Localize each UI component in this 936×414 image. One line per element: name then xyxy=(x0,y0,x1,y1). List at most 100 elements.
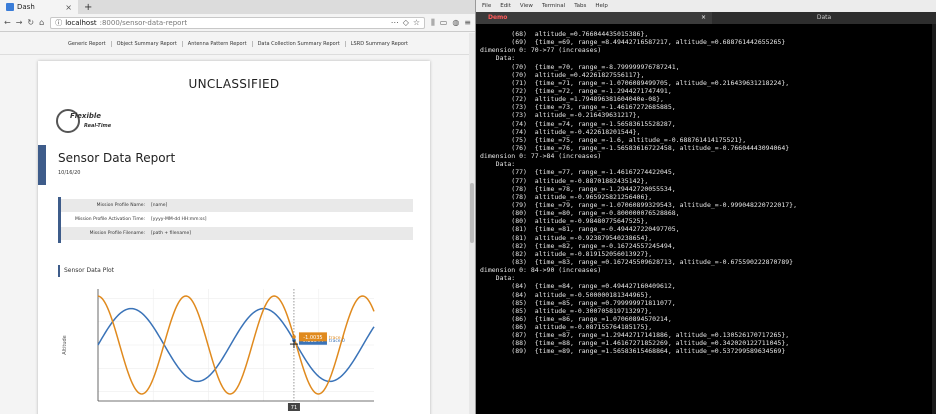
tab-data[interactable]: Data xyxy=(712,12,936,24)
report-card: UNCLASSIFIED Flexible Real-Time Sensor D… xyxy=(38,61,430,414)
terminal-line: (87) {time_=87, range_=1.29442717141886,… xyxy=(480,331,790,340)
plot-heading: Sensor Data Plot xyxy=(58,265,114,277)
menu-help[interactable]: Help xyxy=(595,3,608,9)
terminal-line: (71) {time_=71, range_=-1.0706089499705,… xyxy=(480,78,790,87)
menu-edit[interactable]: Edit xyxy=(500,3,511,9)
nav-lsrd-summary-report[interactable]: LSRD Summary Report xyxy=(346,41,413,47)
terminal-line: (79) {time_=79, range_=-1.07060899329543… xyxy=(480,200,797,209)
classification-banner: UNCLASSIFIED xyxy=(188,77,280,91)
terminal-line: (76) {time_=76, range_=-1.56583616722458… xyxy=(480,143,790,152)
terminal-line: (77) {time_=77, range_=-1.46167274422045… xyxy=(480,168,676,177)
profile-key: Mission Profile Filename: xyxy=(89,231,145,236)
nav-generic-report[interactable]: Generic Report xyxy=(63,40,112,47)
report-page: Generic Report Object Summary Report Ant… xyxy=(0,33,475,414)
page-scrollbar[interactable] xyxy=(469,33,475,414)
tab-demo[interactable]: Demo × xyxy=(476,12,712,24)
terminal-line: dimension 0: 70->77 (increases) xyxy=(480,46,602,55)
terminal-line: (82) {time_=82, range_=-0.16724557245494… xyxy=(480,241,676,250)
scrollbar-thumb[interactable] xyxy=(470,183,474,243)
terminal-line: (84) altitude_=-0.500000181344965}, xyxy=(480,290,653,299)
url-path: :8000/sensor-data-report xyxy=(99,18,188,27)
terminal-line: (73) altitude_=-0.216439631217}, xyxy=(480,111,641,120)
terminal-line: dimension 0: 84->90 (increases) xyxy=(480,266,602,275)
terminal-line: (81) altitude_=-0.923879540238654}, xyxy=(480,233,653,242)
terminal-line: (82) altitude_=-0.819152056013927}, xyxy=(480,249,653,258)
browser-tab[interactable]: Dash × xyxy=(0,0,78,14)
terminal-scrollbar[interactable] xyxy=(932,24,936,414)
terminal-line: (73) {time_=73, range_=-1.46167272685885… xyxy=(480,103,676,112)
nav-data-collection-summary-report[interactable]: Data Collection Summary Report xyxy=(253,40,346,47)
terminal-line: (85) altitude_=-0.300705819713297}, xyxy=(480,306,653,315)
tab-demo-label: Demo xyxy=(488,14,508,21)
terminal-tabs: Demo × Data xyxy=(476,12,936,24)
terminal-line: (70) altitude_=0.42261827556117}, xyxy=(480,70,645,79)
profile-value: [yyyy-MM-dd HH:mm:ss] xyxy=(151,217,207,222)
report-nav: Generic Report Object Summary Report Ant… xyxy=(0,33,475,55)
info-icon[interactable]: ⓘ xyxy=(55,18,62,28)
terminal-line: (78) {time_=78, range_=-1.29442720055534… xyxy=(480,184,676,193)
terminal-line: (86) altitude_=-0.087155764185175}, xyxy=(480,323,653,332)
url-bar[interactable]: ⓘ localhost:8000/sensor-data-report ⋯ ◇ … xyxy=(50,16,426,29)
terminal-line: (72) altitude_=1.794896381604040e-08}, xyxy=(480,95,664,104)
menu-view[interactable]: View xyxy=(520,3,533,9)
plot-svg[interactable]: Time (s)Altitude0.21844trace 0-1.0035tra… xyxy=(56,283,386,414)
extension-icon[interactable]: ◍ xyxy=(452,18,459,28)
reload-icon[interactable]: ↻ xyxy=(27,18,34,27)
terminal-line: (68) altitude_=0.766044435015386}, xyxy=(480,30,649,38)
terminal-output[interactable]: (68) altitude_=0.766044435015386}, (69) … xyxy=(476,24,932,414)
back-icon[interactable]: ← xyxy=(4,18,11,27)
bookmark-star-icon[interactable]: ☆ xyxy=(413,18,420,27)
hover-x-label: 71 xyxy=(291,405,297,411)
terminal-line: Data: xyxy=(480,160,516,169)
profile-key: Mission Profile Activation Time: xyxy=(74,217,145,222)
browser-window: Dash × + ← → ↻ ⌂ ⓘ localhost:8000/sensor… xyxy=(0,0,476,414)
terminal-line: (74) {time_=74, range_=-1.56583615528287… xyxy=(480,119,676,128)
mission-profile-table: Mission Profile Name: [name] Mission Pro… xyxy=(58,197,413,243)
browser-nav-bar: ← → ↻ ⌂ ⓘ localhost:8000/sensor-data-rep… xyxy=(0,14,475,32)
menu-icon[interactable]: ≡ xyxy=(464,18,471,28)
page-actions-icon[interactable]: ⋯ xyxy=(391,18,399,27)
url-host: localhost xyxy=(65,18,97,27)
menu-file[interactable]: File xyxy=(482,3,491,9)
terminal-line: (74) altitude_=-0.422618201544}, xyxy=(480,127,641,136)
terminal-line: (80) {time_=80, range_=-0.80000007652886… xyxy=(480,209,680,218)
pocket-icon[interactable]: ◇ xyxy=(403,18,409,27)
browser-tab-title: Dash xyxy=(17,3,35,11)
hover-label-value-1: -1.0035 xyxy=(303,335,322,341)
close-tab-icon[interactable]: × xyxy=(701,12,706,24)
terminal-line: (86) {time_=86, range_=1.07060894570214, xyxy=(480,314,672,323)
library-icon[interactable]: ⫼ xyxy=(431,18,435,28)
logo: Flexible Real-Time xyxy=(56,109,126,135)
nav-antenna-pattern-report[interactable]: Antenna Pattern Report xyxy=(183,40,253,47)
terminal-window: File Edit View Terminal Tabs Help Demo ×… xyxy=(476,0,936,414)
report-title-block: Sensor Data Report 10/16/20 xyxy=(38,145,338,185)
home-icon[interactable]: ⌂ xyxy=(39,18,44,27)
terminal-line: (89) {time_=89, range_=1.56583615468864,… xyxy=(480,347,786,356)
terminal-line: (75) {time_=75, range_=-1.6, altitude_=-… xyxy=(480,135,747,144)
favicon-icon xyxy=(6,3,14,11)
y-axis-label: Altitude xyxy=(62,335,68,355)
terminal-line: (83) {time_=83, range_=0.167245509628713… xyxy=(480,257,794,266)
terminal-menu-bar: File Edit View Terminal Tabs Help xyxy=(476,0,936,12)
new-tab-icon[interactable]: + xyxy=(84,2,92,13)
terminal-line: (80) altitude_=-0.98480775647525}, xyxy=(480,217,649,226)
menu-terminal[interactable]: Terminal xyxy=(542,3,565,9)
report-date: 10/16/20 xyxy=(58,170,81,176)
logo-brand: Flexible xyxy=(70,112,102,120)
terminal-line: Data: xyxy=(480,274,516,283)
terminal-line: (88) {time_=88, range_=1.46167271852269,… xyxy=(480,339,790,348)
nav-object-summary-report[interactable]: Object Summary Report xyxy=(112,40,183,47)
table-row: Mission Profile Filename: [path + filena… xyxy=(61,227,413,240)
profile-key: Mission Profile Name: xyxy=(96,203,145,208)
menu-tabs[interactable]: Tabs xyxy=(574,3,586,9)
forward-icon[interactable]: → xyxy=(16,18,23,27)
browser-tab-bar: Dash × + xyxy=(0,0,475,14)
sensor-data-plot[interactable]: Time (s)Altitude0.21844trace 0-1.0035tra… xyxy=(56,283,386,414)
sidebar-icon[interactable]: ▭ xyxy=(440,18,448,28)
close-tab-icon[interactable]: × xyxy=(65,3,72,12)
terminal-line: (84) {time_=84, range_=0.494427160409612… xyxy=(480,282,676,291)
terminal-line: (70) {time_=70, range_=-8.79999997678724… xyxy=(480,62,680,71)
terminal-line: (72) {time_=72, range_=-1.2944271747491, xyxy=(480,86,672,95)
logo-subtitle: Real-Time xyxy=(84,123,112,129)
profile-value: [path + filename] xyxy=(151,231,191,236)
